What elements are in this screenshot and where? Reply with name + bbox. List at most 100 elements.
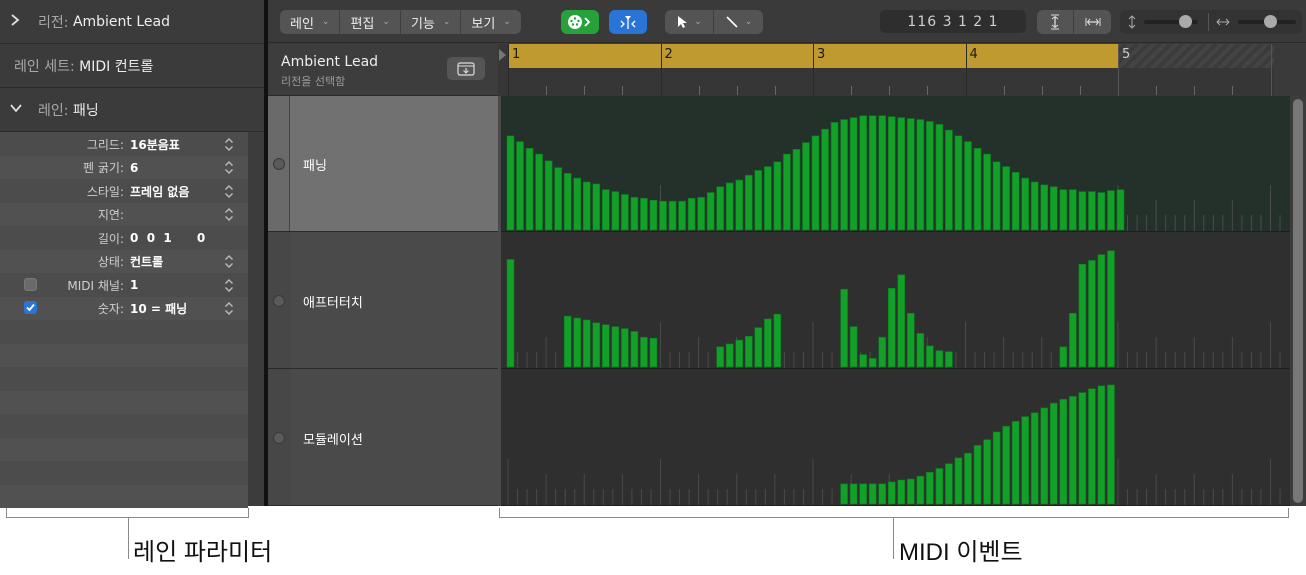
inspector-scrollbar[interactable] xyxy=(248,132,264,506)
midi-event-bar[interactable] xyxy=(916,333,925,368)
timeline-ruler[interactable]: 123456 xyxy=(498,44,1290,96)
midi-event-bar[interactable] xyxy=(868,358,877,368)
midi-event-bar[interactable] xyxy=(992,161,1001,231)
midi-event-bar[interactable] xyxy=(706,192,715,231)
midi-event-bar[interactable] xyxy=(744,335,753,368)
midi-event-bar[interactable] xyxy=(897,479,906,505)
midi-event-bar[interactable] xyxy=(1040,407,1049,505)
stepper-icon[interactable] xyxy=(223,160,235,175)
midi-event-bar[interactable] xyxy=(516,141,524,231)
fit-horizontal-button[interactable] xyxy=(1074,10,1111,34)
midi-event-bar[interactable] xyxy=(621,328,629,368)
midi-event-bar[interactable] xyxy=(868,115,877,231)
param-row[interactable]: 스타일: 프레임 없음 xyxy=(0,180,248,203)
midi-event-bar[interactable] xyxy=(649,199,658,231)
midi-event-bar[interactable] xyxy=(582,319,591,368)
midi-event-bar[interactable] xyxy=(563,173,572,231)
param-checkbox[interactable] xyxy=(24,301,37,314)
midi-event-bar[interactable] xyxy=(735,339,744,368)
midi-event-bar[interactable] xyxy=(1078,263,1087,368)
fit-vertical-button[interactable] xyxy=(1037,10,1074,34)
midi-event-bar[interactable] xyxy=(964,141,972,231)
midi-event-bar[interactable] xyxy=(983,439,991,505)
midi-event-lanes[interactable] xyxy=(498,96,1290,506)
vertical-scrollbar[interactable] xyxy=(1290,96,1306,506)
midi-event-bar[interactable] xyxy=(1116,189,1125,231)
midi-event-bar[interactable] xyxy=(983,153,991,231)
midi-event-bar[interactable] xyxy=(764,318,772,368)
midi-event-bar[interactable] xyxy=(887,287,896,368)
midi-event-bar[interactable] xyxy=(535,153,543,231)
midi-event-bar[interactable] xyxy=(582,181,591,231)
midi-event-bar[interactable] xyxy=(1088,260,1096,368)
midi-event-bar[interactable] xyxy=(897,274,906,368)
stepper-icon[interactable] xyxy=(223,137,235,152)
midi-event-bar[interactable] xyxy=(849,117,858,231)
midi-event-bar[interactable] xyxy=(945,129,953,231)
param-checkbox[interactable] xyxy=(24,277,37,291)
midi-in-button[interactable] xyxy=(561,10,599,34)
midi-event-bar[interactable] xyxy=(1030,181,1039,231)
midi-event-bar[interactable] xyxy=(973,445,982,505)
midi-event-bar[interactable] xyxy=(1069,189,1077,231)
midi-event-bar[interactable] xyxy=(935,468,944,505)
stepper-icon[interactable] xyxy=(223,301,235,316)
lane-indicator-icon[interactable] xyxy=(273,431,285,444)
param-value[interactable]: 6 xyxy=(130,161,138,175)
midi-event-bar[interactable] xyxy=(821,128,829,231)
midi-event-bar[interactable] xyxy=(611,326,620,368)
midi-event-bar[interactable] xyxy=(1011,172,1020,231)
midi-event-bar[interactable] xyxy=(754,327,763,368)
midi-event-bar[interactable] xyxy=(1069,312,1077,368)
vertical-zoom-thumb[interactable] xyxy=(1178,15,1192,28)
catch-playhead-button[interactable] xyxy=(609,10,647,34)
midi-event-bar[interactable] xyxy=(859,354,867,368)
midi-event-bar[interactable] xyxy=(1088,191,1096,231)
midi-event-bar[interactable] xyxy=(611,191,620,231)
midi-event-bar[interactable] xyxy=(640,336,648,368)
midi-event-bar[interactable] xyxy=(1059,189,1068,231)
midi-event-bar[interactable] xyxy=(563,315,572,368)
vertical-zoom-slider[interactable] xyxy=(1144,15,1198,28)
midi-event-bar[interactable] xyxy=(1011,421,1020,505)
midi-event-bar[interactable] xyxy=(1049,402,1058,505)
midi-event-bar[interactable] xyxy=(1002,166,1010,231)
horizontal-zoom-thumb[interactable] xyxy=(1263,15,1277,28)
midi-event-bar[interactable] xyxy=(916,475,925,505)
midi-event-bar[interactable] xyxy=(506,135,515,231)
midi-event-bar[interactable] xyxy=(926,345,934,368)
midi-event-bar[interactable] xyxy=(868,483,877,505)
param-value[interactable]: 프레임 없음 xyxy=(130,183,189,200)
lcd-display[interactable]: 116 3 1 2 1 xyxy=(880,10,1026,33)
midi-event-bar[interactable] xyxy=(687,197,696,231)
line-tool-menu[interactable]: ⌄ xyxy=(714,10,763,34)
midi-event-bar[interactable] xyxy=(1097,192,1106,231)
midi-event-bar[interactable] xyxy=(592,183,601,231)
midi-event-bar[interactable] xyxy=(907,312,915,368)
param-value[interactable]: 1 xyxy=(130,278,138,292)
horizontal-zoom-slider[interactable] xyxy=(1238,15,1296,28)
midi-event-bar[interactable] xyxy=(926,121,934,231)
midi-event-bar[interactable] xyxy=(1078,392,1087,505)
midi-event-bar[interactable] xyxy=(964,452,972,505)
lane-header[interactable]: 모듈레이션 xyxy=(268,369,498,506)
midi-event-bar[interactable] xyxy=(1002,425,1010,505)
lane-indicator-icon[interactable] xyxy=(273,294,285,307)
midi-event-bar[interactable] xyxy=(887,481,896,505)
param-row[interactable]: 지연: xyxy=(0,203,248,226)
laneset-row[interactable]: 레인 세트: MIDI 컨트롤 xyxy=(0,44,264,88)
lane-header[interactable]: 애프터터치 xyxy=(268,232,498,369)
stepper-icon[interactable] xyxy=(223,278,235,293)
region-action-button[interactable] xyxy=(447,57,485,80)
midi-event-bar[interactable] xyxy=(840,288,848,368)
midi-event-bar[interactable] xyxy=(792,149,801,231)
midi-event-bar[interactable] xyxy=(954,135,963,231)
midi-event-bar[interactable] xyxy=(945,351,953,368)
param-row[interactable]: 숫자: 10 = 패닝 xyxy=(0,297,248,320)
midi-event-bar[interactable] xyxy=(592,322,601,368)
midi-event-bar[interactable] xyxy=(830,122,839,231)
midi-event-bar[interactable] xyxy=(1021,177,1029,231)
midi-event-bar[interactable] xyxy=(840,483,848,505)
midi-event-bar[interactable] xyxy=(1107,384,1115,505)
midi-event-bar[interactable] xyxy=(573,177,582,231)
